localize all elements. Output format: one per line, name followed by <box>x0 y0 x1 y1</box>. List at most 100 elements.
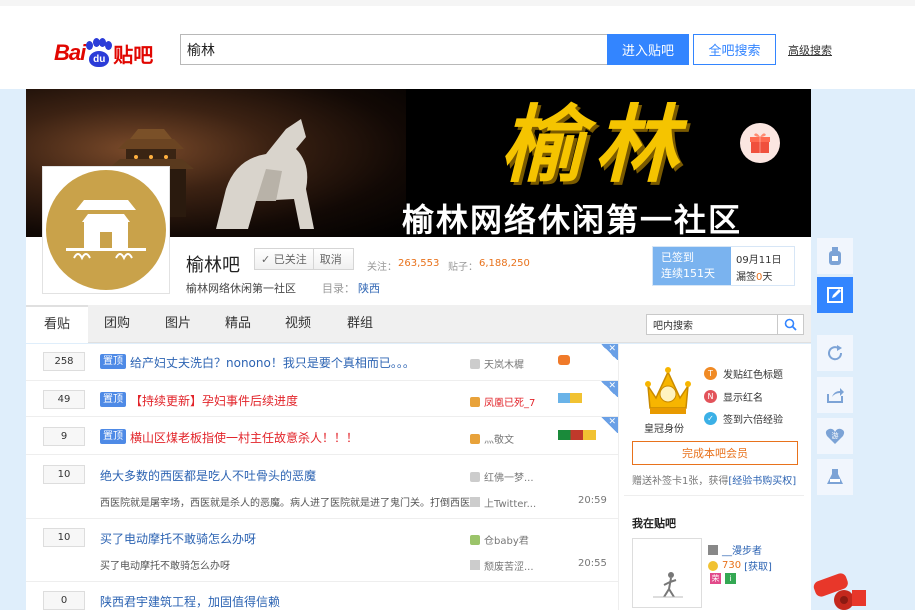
banner-title: 榆林 <box>500 95 689 194</box>
user-icon <box>470 471 480 482</box>
thread-row[interactable]: 10 买了电动摩托不敢骑怎么办呀 仓baby君 买了电动摩托不敢骑怎么办呀 颓废… <box>26 519 618 582</box>
game-button[interactable]: 游 <box>817 418 853 454</box>
refresh-button[interactable] <box>817 335 853 371</box>
thread-title[interactable]: 绝大多数的西医都是吃人不吐骨头的恶魔 <box>100 467 316 484</box>
post-button[interactable] <box>817 277 853 313</box>
privilege-sign-exp: ✓ 签到六倍经验 <box>704 411 783 426</box>
cannon-decoration-icon[interactable] <box>808 560 868 610</box>
aside-divider <box>624 495 804 496</box>
info-badge-icon[interactable]: i <box>725 573 736 584</box>
become-member-button[interactable]: 完成本吧会员 <box>632 441 798 465</box>
close-icon[interactable]: ✕ <box>600 416 618 433</box>
tab-featured[interactable]: 精品 <box>210 305 266 343</box>
tab-group-buy[interactable]: 团购 <box>90 305 144 343</box>
forum-avatar[interactable] <box>42 166 170 294</box>
user-avatar[interactable] <box>632 538 702 608</box>
user-badges: 荣 i <box>710 573 736 584</box>
name-icon: N <box>704 390 717 403</box>
all-forum-search-button[interactable]: 全吧搜索 <box>693 34 776 65</box>
post-count: 6,188,250 <box>479 258 530 269</box>
reply-count: 258 <box>43 352 85 371</box>
advanced-search-link[interactable]: 高级搜索 <box>788 42 832 58</box>
bottle-icon <box>829 247 841 265</box>
sign-icon: ✓ <box>704 412 717 425</box>
tab-pictures[interactable]: 图片 <box>150 305 206 343</box>
gift-icon[interactable] <box>740 123 780 163</box>
thread-author[interactable]: 灬敬文 <box>470 431 514 446</box>
enter-forum-button[interactable]: 进入贴吧 <box>607 34 689 65</box>
user-exp: 730 [获取] <box>708 558 772 573</box>
directory-link[interactable]: 陕西 <box>358 280 380 296</box>
tab-posts[interactable]: 看贴 <box>26 305 88 343</box>
in-forum-title: 我在贴吧 <box>632 517 676 530</box>
thread-abstract: 西医院就是屠宰场，西医就是杀人的恶魔。病人进了医院就是进了鬼门关。打倒西医... <box>100 498 480 509</box>
user-name[interactable]: __漫步者 <box>708 542 762 557</box>
horse-statue-illustration <box>216 119 314 229</box>
coin-icon <box>708 560 718 571</box>
lab-button[interactable] <box>817 459 853 495</box>
bottle-button[interactable] <box>817 238 853 274</box>
thread-row[interactable]: 258 置顶 给产妇丈夫洗白？nonono！我只是要个真相而已。。。 天岚木樨 … <box>26 344 618 381</box>
share-button[interactable] <box>817 377 853 413</box>
thread-title[interactable]: 陕西君宇建筑工程，加固值得信赖 <box>100 593 280 610</box>
thread-row[interactable]: 9 置顶 横山区煤老板指使一村主任故意杀人！！！ 灬敬文 ✕ <box>26 416 618 455</box>
unfollow-button[interactable]: 取消 <box>314 251 348 267</box>
thread-title[interactable]: 横山区煤老板指使一村主任故意杀人！！！ <box>130 429 358 446</box>
thread-author[interactable]: 凤凰已死_7 <box>470 394 535 409</box>
stick-figure-icon <box>653 572 683 598</box>
crown-icon[interactable] <box>642 364 694 422</box>
forum-slogan: 榆林网络休闲第一社区 <box>186 282 296 295</box>
share-icon <box>827 388 844 403</box>
get-exp-link[interactable]: [获取] <box>744 558 772 573</box>
forum-search-button[interactable] <box>778 314 804 335</box>
thread-title[interactable]: 买了电动摩托不敢骑怎么办呀 <box>100 530 256 547</box>
thread-author[interactable]: 仓baby君 <box>470 532 529 547</box>
forum-tab-nav: 看贴 团购 图片 精品 视频 群组 <box>26 305 811 343</box>
last-reply-user[interactable]: 上Twitter... <box>470 495 536 510</box>
level-icon <box>708 544 718 555</box>
user-icon <box>470 358 480 369</box>
privilege-red-title: T 发贴红色标题 <box>704 366 783 381</box>
lab-icon <box>827 469 843 484</box>
reply-count: 9 <box>43 427 85 446</box>
crown-icon <box>470 396 480 407</box>
forum-name: 榆林吧 <box>186 255 240 276</box>
followed-label: ✓ 已关注 <box>255 249 314 269</box>
tab-groups[interactable]: 群组 <box>332 305 388 343</box>
thread-author[interactable]: 红佛一梦... <box>470 469 534 484</box>
forum-search-input[interactable] <box>646 314 778 335</box>
sign-in-button[interactable]: 已签到 连续151天 <box>653 247 731 285</box>
tab-video[interactable]: 视频 <box>270 305 326 343</box>
close-icon[interactable]: ✕ <box>600 380 618 397</box>
exp-book-link[interactable]: [经验书购买权] <box>728 476 796 487</box>
thread-title[interactable]: 【持续更新】孕妇事件后续进度 <box>130 392 298 409</box>
privilege-red-name: N 显示红名 <box>704 389 763 404</box>
paw-icon: du <box>86 38 113 68</box>
last-reply-user[interactable]: 颓废苦涩... <box>470 558 534 573</box>
close-icon[interactable]: ✕ <box>600 344 618 360</box>
sign-status: 已签到 <box>661 251 694 264</box>
sticky-badge: 置顶 <box>100 429 126 444</box>
sign-in-box: 已签到 连续151天 09月11日 漏签0天 <box>652 246 795 286</box>
thread-title[interactable]: 给产妇丈夫洗白？nonono！我只是要个真相而已。。。 <box>130 354 415 371</box>
thread-row[interactable]: 0 陕西君宇建筑工程，加固值得信赖 <box>26 582 618 610</box>
title-icon: T <box>704 367 717 380</box>
badge-icon <box>558 393 582 403</box>
baidu-tieba-logo[interactable]: Bai du 贴吧 <box>54 36 153 70</box>
thread-row[interactable]: 10 绝大多数的西医都是吃人不吐骨头的恶魔 红佛一梦... 西医院就是屠宰场，西… <box>26 455 618 519</box>
follow-button[interactable]: ✓ 已关注 取消 <box>254 248 354 270</box>
reply-count: 0 <box>43 591 85 610</box>
follow-count-label: 关注： <box>367 262 397 273</box>
game-icon: 游 <box>825 428 845 444</box>
logo-tieba-text: 贴吧 <box>113 44 154 67</box>
sign-missed: 漏签0天 <box>736 272 773 283</box>
honor-badge-icon[interactable]: 荣 <box>710 573 721 584</box>
reply-count: 10 <box>43 465 85 484</box>
thread-row[interactable]: 49 置顶 【持续更新】孕妇事件后续进度 凤凰已死_7 ✕ <box>26 380 618 417</box>
thread-author[interactable]: 天岚木樨 <box>470 356 524 371</box>
search-input[interactable] <box>180 34 608 65</box>
sign-streak: 连续151天 <box>661 267 715 280</box>
makeup-card-text: 赠送补签卡1张，获得[经验书购买权] <box>632 476 797 487</box>
sign-date: 09月11日 <box>736 255 782 266</box>
directory-label: 目录： <box>322 282 355 295</box>
